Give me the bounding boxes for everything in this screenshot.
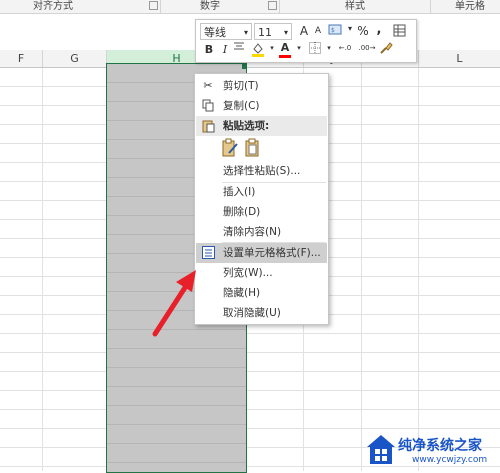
watermark-url: www.ycwjzy.com (412, 455, 488, 465)
watermark-logo: 纯净系统之家 www.ycwjzy.com (362, 431, 500, 471)
watermark-title: 纯净系统之家 (398, 438, 482, 454)
annotation-arrow (152, 270, 196, 337)
house-logo-icon (367, 435, 395, 464)
